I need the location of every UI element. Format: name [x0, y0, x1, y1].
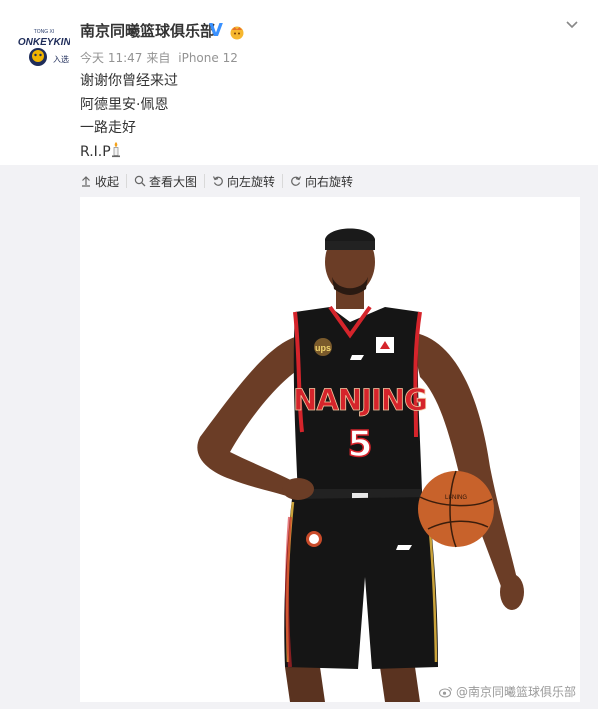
image-watermark: @南京同曦篮球俱乐部 [438, 683, 576, 700]
post-header: TONG XI MONKEYKING 入选 南京同曦篮球俱乐部 V 今天 11:… [0, 0, 598, 165]
player-photo: ups NANJING 5 LI-NING [197, 228, 524, 702]
rip-text: R.I.P [80, 143, 111, 160]
collapse-label: 收起 [95, 174, 120, 189]
post-line-rip: R.I.P [80, 141, 178, 167]
source-prefix: 来自 [146, 51, 171, 65]
watermark-text: @南京同曦篮球俱乐部 [455, 685, 576, 699]
ups-patch: ups [315, 343, 331, 353]
candle-emoji-icon [111, 141, 121, 167]
post-line: 一路走好 [80, 120, 136, 136]
post-time[interactable]: 今天 11:47 [80, 51, 142, 65]
post-line: 阿德里安·佩恩 [80, 96, 169, 113]
rotate-left-button[interactable]: 向左旋转 [212, 173, 275, 190]
rotate-right-button[interactable]: 向右旋转 [290, 173, 353, 190]
post-image[interactable]: ups NANJING 5 LI-NING @南京同曦篮球俱乐部 [80, 197, 580, 702]
verified-icon: V [209, 20, 223, 41]
rotate-right-icon [291, 176, 302, 186]
collapse-button[interactable]: 收起 [80, 173, 119, 190]
toolbar-divider [204, 174, 206, 188]
rotate-right-label: 向右旋转 [305, 174, 354, 189]
view-large-button[interactable]: 查看大图 [134, 173, 197, 190]
jersey-number: 5 [347, 424, 372, 465]
image-toolbar: 收起 查看大图 向左旋转 向右旋转 [80, 172, 353, 190]
svg-text:MONKEYKING: MONKEYKING [18, 37, 70, 48]
media-panel: 收起 查看大图 向左旋转 向右旋转 ups NANJING 5 LI-NING … [0, 165, 598, 709]
author-name[interactable]: 南京同曦篮球俱乐部 [80, 20, 215, 41]
view-large-label: 查看大图 [149, 174, 198, 189]
post-content: 谢谢你曾经来过 阿德里安·佩恩 一路走好 R.I.P [80, 70, 178, 166]
post-source[interactable]: iPhone 12 [178, 51, 238, 65]
svg-text:入选: 入选 [53, 54, 69, 64]
svg-text:LI-NING: LI-NING [445, 495, 467, 501]
post-line: 谢谢你曾经来过 [80, 73, 178, 89]
svg-text:TONG XI: TONG XI [34, 29, 54, 35]
vip-crown-icon [229, 24, 245, 40]
post-meta: 今天 11:47 来自 iPhone 12 [80, 49, 242, 66]
weibo-logo-icon [438, 686, 452, 698]
arrow-up-icon [82, 176, 90, 187]
rotate-left-label: 向左旋转 [227, 174, 276, 189]
search-icon [134, 175, 146, 187]
jersey-text: NANJING [293, 383, 427, 417]
toolbar-divider [282, 174, 284, 188]
avatar[interactable]: TONG XI MONKEYKING 入选 [18, 24, 70, 72]
toolbar-divider [126, 174, 128, 188]
chevron-down-icon[interactable] [564, 16, 580, 32]
rotate-left-icon [212, 176, 223, 186]
